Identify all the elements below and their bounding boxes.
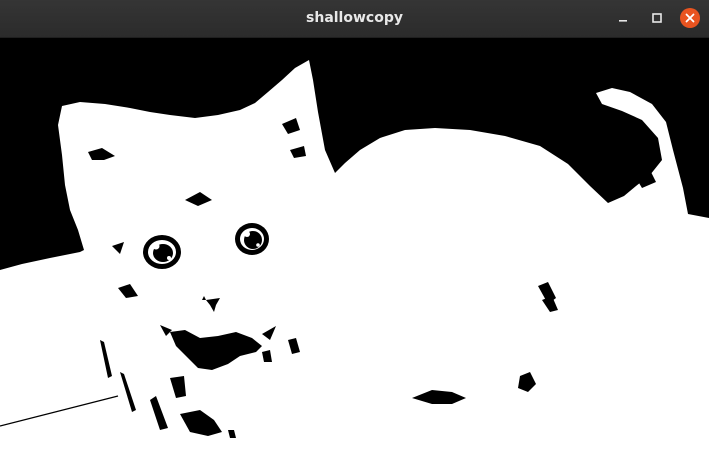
minimize-icon [619,20,627,22]
close-icon [685,13,695,23]
kitten-image [0,38,709,461]
maximize-icon [652,13,662,23]
close-button[interactable] [680,8,700,28]
kitten-left-eye [143,235,181,269]
title-bar[interactable]: shallowcopy [0,0,709,38]
window-title: shallowcopy [306,10,403,26]
maximize-button[interactable] [647,8,667,28]
minimize-button[interactable] [614,8,634,28]
app-window: shallowcopy [0,0,709,461]
kitten-right-eye [235,223,269,255]
image-canvas [0,38,709,461]
